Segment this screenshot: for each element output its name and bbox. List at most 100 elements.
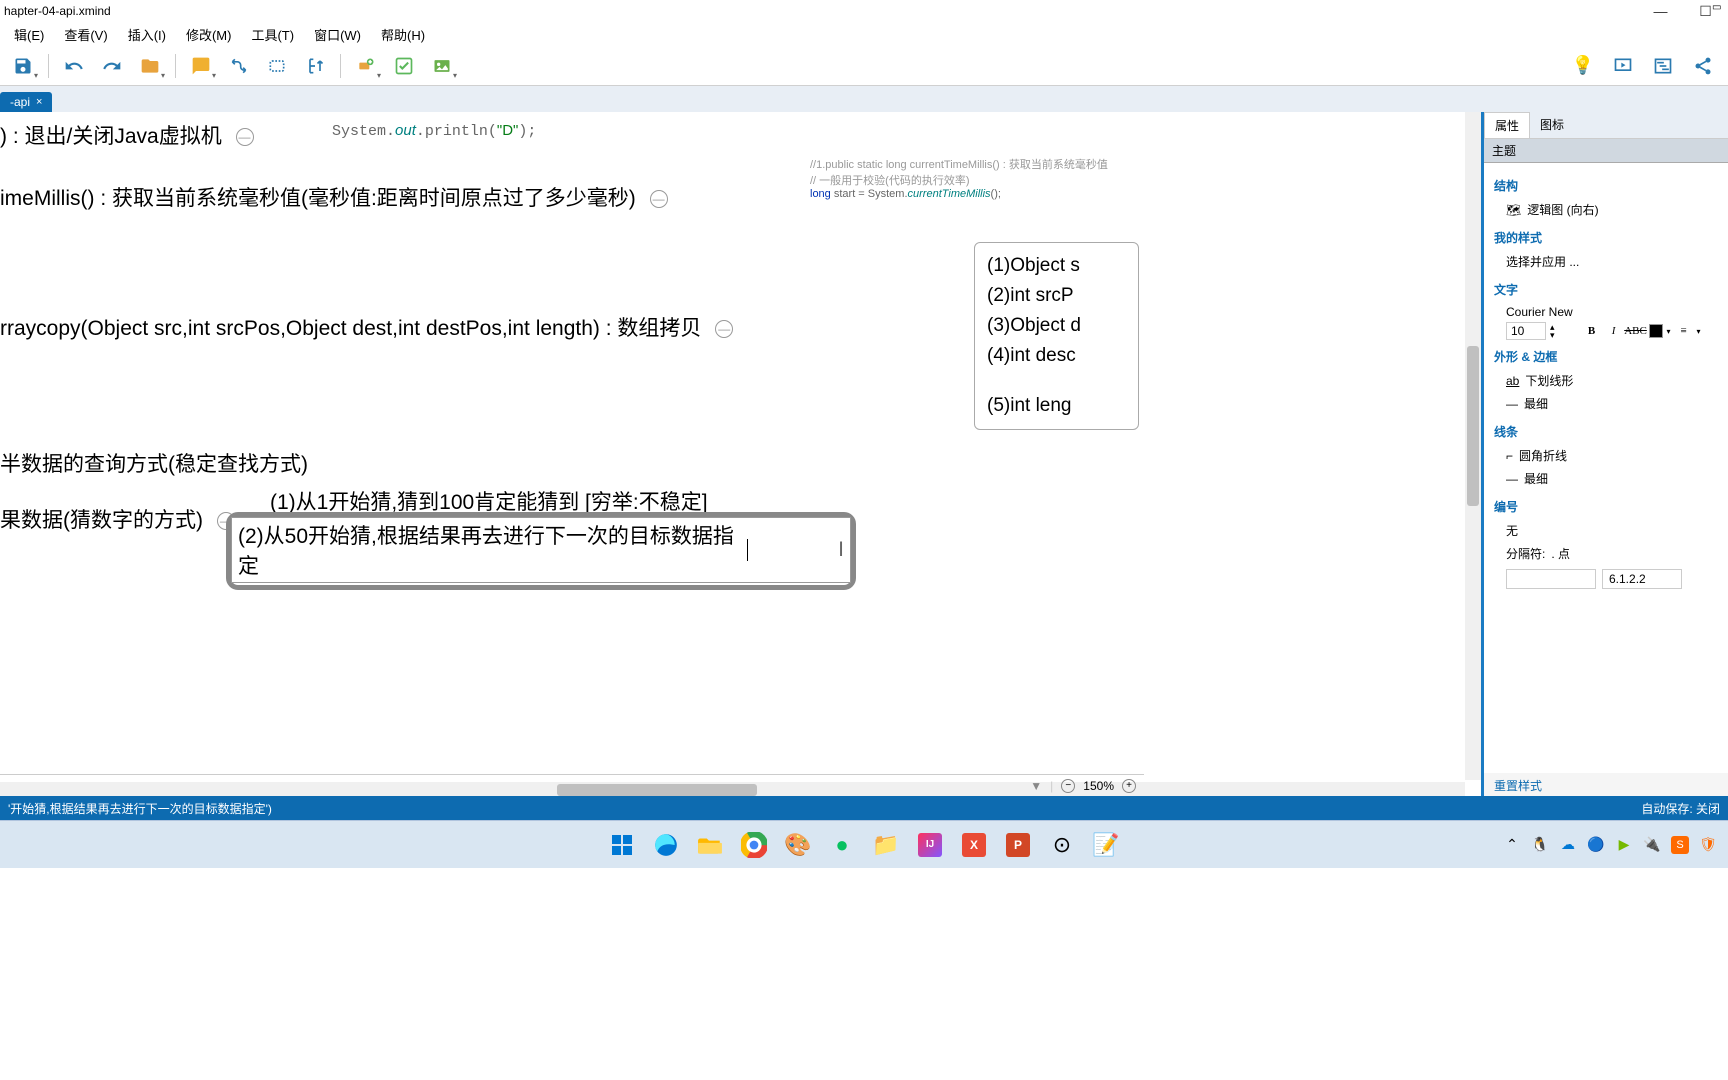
nvidia-icon[interactable]: ▶ [1614,835,1634,855]
collapse-icon[interactable]: — [650,190,668,208]
line-weight-row[interactable]: — 最细 [1494,467,1718,490]
wechat-icon[interactable]: ● [821,824,863,866]
menu-edit[interactable]: 辑(E) [4,23,54,46]
paint-icon[interactable]: 🎨 [777,824,819,866]
menu-modify[interactable]: 修改(M) [176,23,242,46]
border-weight-row[interactable]: — 最细 [1494,392,1718,415]
menu-window[interactable]: 窗口(W) [304,23,371,46]
insert-button[interactable] [349,50,383,82]
node-text: (1)从1开始猜,猜到100肯定能猜到 [穷举:不稳定] [270,491,708,514]
text-color-swatch[interactable] [1649,324,1663,338]
scroll-thumb[interactable] [1467,346,1479,506]
node-text: imeMillis() : 获取当前系统毫秒值(毫秒值:距离时间原点过了多少毫秒… [0,187,636,210]
prefix-input-2[interactable] [1602,569,1682,589]
mindmap-node[interactable]: rraycopy(Object src,int srcPos,Object de… [0,312,733,342]
sub-topic[interactable]: (4)int desc [987,341,1126,371]
editing-node[interactable]: (2)从50开始猜,根据结果再去进行下一次的目标数据指定 I [226,512,856,590]
line-style-row[interactable]: ⌐ 圆角折线 [1494,444,1718,467]
typora-icon[interactable]: ⊙ [1041,824,1083,866]
bold-button[interactable]: B [1583,322,1601,340]
tab-close-icon[interactable]: × [36,96,42,108]
chevron-up-icon[interactable]: ⌃ [1502,835,1522,855]
edge-icon[interactable] [645,824,687,866]
menu-view[interactable]: 查看(V) [54,23,117,46]
start-button[interactable] [601,824,643,866]
menu-tools[interactable]: 工具(T) [241,23,304,46]
tab-icons[interactable]: 图标 [1530,112,1574,138]
chrome-icon[interactable] [733,824,775,866]
edit-input[interactable]: (2)从50开始猜,根据结果再去进行下一次的目标数据指定 I [231,517,851,583]
document-tab[interactable]: -api × [0,92,52,112]
save-button[interactable] [6,50,40,82]
minimize-pane-icon[interactable]: ▭ [1712,2,1724,14]
reset-style-link[interactable]: 重置样式 [1484,773,1728,798]
idea-icon[interactable]: 💡 [1566,50,1600,82]
subtab-topic[interactable]: 主题 [1484,139,1728,163]
explorer-icon[interactable] [689,824,731,866]
task-button[interactable] [387,50,421,82]
relationship-button[interactable] [222,50,256,82]
notepad-icon[interactable]: 📝 [1085,824,1127,866]
qq-icon[interactable]: 🐧 [1530,835,1550,855]
sub-topic[interactable]: (3)Object d [987,311,1126,341]
underline-row[interactable]: ab 下划线形 [1494,369,1718,392]
font-size-input[interactable]: 10 [1506,322,1546,340]
undo-button[interactable] [57,50,91,82]
zoom-value[interactable]: 150% [1083,779,1114,793]
align-button[interactable]: ≡ [1675,322,1693,340]
onedrive-icon[interactable]: ☁ [1558,835,1578,855]
menu-insert[interactable]: 插入(I) [118,23,176,46]
vertical-scrollbar[interactable] [1465,112,1481,780]
structure-row[interactable]: 🗺 逻辑图 (向右) [1494,198,1718,221]
canvas[interactable]: ) : 退出/关闭Java虚拟机 — System.out.println("D… [0,112,1484,798]
antivirus-icon[interactable]: 🛡 [1698,835,1718,855]
mindmap-node[interactable]: imeMillis() : 获取当前系统毫秒值(毫秒值:距离时间原点过了多少毫秒… [0,182,668,212]
separator [340,54,341,78]
style-select[interactable]: 选择并应用 ... [1494,250,1718,273]
sub-topic[interactable]: (1)Object s [987,251,1126,281]
image-button[interactable] [425,50,459,82]
usb-icon[interactable]: 🔌 [1642,835,1662,855]
italic-button[interactable]: I [1605,322,1623,340]
section-shape: 外形 & 边框 [1494,348,1718,365]
sub-topic[interactable]: (2)int srcP [987,281,1126,311]
window-title: hapter-04-api.xmind [4,4,1724,18]
zoom-out-button[interactable]: − [1061,779,1075,793]
share-button[interactable] [1686,50,1720,82]
size-stepper[interactable]: ▴▾ [1550,323,1555,339]
numbering-none[interactable]: 无 [1494,519,1718,542]
comment-button[interactable] [184,50,218,82]
tray-icon[interactable]: 🔵 [1586,835,1606,855]
minimize-button[interactable]: — [1638,0,1683,22]
powerpoint-icon[interactable]: P [997,824,1039,866]
folder-icon[interactable]: 📁 [865,824,907,866]
open-button[interactable] [133,50,167,82]
collapse-icon[interactable]: — [236,128,254,146]
mindmap-node[interactable]: ) : 退出/关闭Java虚拟机 — [0,120,254,150]
redo-button[interactable] [95,50,129,82]
mindmap-node[interactable]: 果数据(猜数字的方式) — [0,504,235,534]
separator-row[interactable]: 分隔符: . 点 [1494,542,1718,565]
toolbar-right: 💡 [1566,50,1720,82]
tab-label: -api [10,95,30,109]
gantt-button[interactable] [1646,50,1680,82]
tab-properties[interactable]: 属性 [1484,112,1530,138]
present-button[interactable] [1606,50,1640,82]
zoom-in-button[interactable]: + [1122,779,1136,793]
sub-topic-box[interactable]: (1)Object s (2)int srcP (3)Object d (4)i… [974,242,1139,430]
section-line: 线条 [1494,423,1718,440]
sogou-icon[interactable]: S [1670,835,1690,855]
sub-topic[interactable]: (5)int leng [987,391,1126,421]
prefix-row [1494,565,1718,593]
strike-button[interactable]: ABC [1627,322,1645,340]
collapse-icon[interactable]: — [715,320,733,338]
mindmap-node[interactable]: 半数据的查询方式(稳定查找方式) [0,448,308,478]
prefix-input-1[interactable] [1506,569,1596,589]
intellij-icon[interactable]: IJ [909,824,951,866]
xmind-icon[interactable]: X [953,824,995,866]
summary-button[interactable] [298,50,332,82]
menu-help[interactable]: 帮助(H) [371,23,435,46]
boundary-button[interactable] [260,50,294,82]
font-select[interactable]: Courier New [1494,302,1718,322]
filter-icon[interactable]: ▼ [1030,779,1042,793]
